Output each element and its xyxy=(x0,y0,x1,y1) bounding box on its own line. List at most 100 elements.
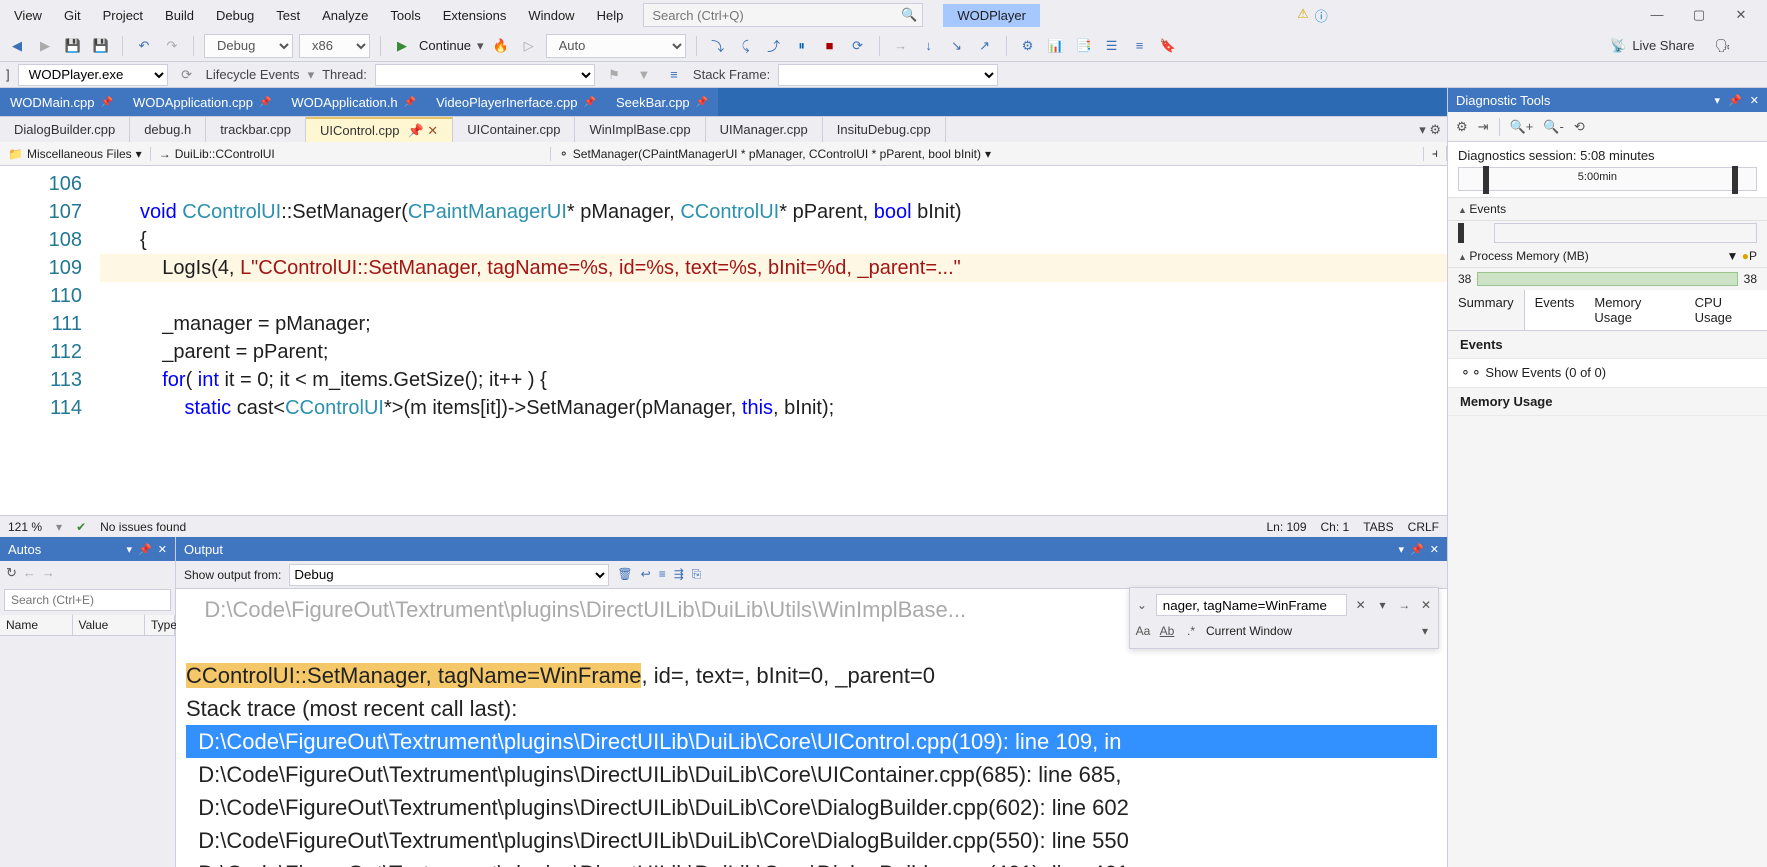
find-close-icon[interactable]: ✕ xyxy=(1353,598,1369,612)
close-icon[interactable]: ✕ xyxy=(1750,94,1759,107)
pin-icon[interactable]: 📌 xyxy=(404,97,416,108)
warning-icon[interactable]: ⚠ xyxy=(1297,6,1309,25)
whole-word-icon[interactable]: Ab xyxy=(1158,624,1176,638)
menu-test[interactable]: Test xyxy=(266,4,310,27)
code-editor[interactable]: 106107108109110111112113114 void CContro… xyxy=(0,166,1447,515)
dropdown-icon[interactable]: ▾ xyxy=(1715,94,1721,107)
col-type[interactable]: Type xyxy=(145,615,175,635)
diag-tab-summary[interactable]: Summary xyxy=(1448,290,1525,330)
export-icon[interactable]: ⇥ xyxy=(1478,119,1489,135)
minimize-button[interactable]: — xyxy=(1645,7,1669,23)
hot-reload-icon[interactable]: 🔥 xyxy=(490,35,512,57)
issues-label[interactable]: No issues found xyxy=(100,520,186,534)
split-icon[interactable]: ⫞ xyxy=(1424,146,1447,161)
search-icon[interactable]: 🔍 xyxy=(901,7,917,23)
gear-icon[interactable]: ⚙ xyxy=(1456,119,1468,135)
show-next-icon[interactable]: ↓ xyxy=(918,35,940,57)
config-dropdown[interactable]: Debug xyxy=(204,34,293,58)
tab-uicontrol[interactable]: UIControl.cpp📌 ✕ xyxy=(306,117,453,142)
member-scope[interactable]: ⚬ SetManager(CPaintManagerUI * pManager,… xyxy=(551,147,1424,161)
menu-help[interactable]: Help xyxy=(587,4,634,27)
process-dropdown[interactable]: WODPlayer.exe xyxy=(18,64,168,86)
lifecycle-icon[interactable]: ⟳ xyxy=(176,64,198,86)
close-icon[interactable]: ✕ xyxy=(1430,543,1439,556)
menu-analyze[interactable]: Analyze xyxy=(312,4,378,27)
menu-git[interactable]: Git xyxy=(54,4,91,27)
regex-icon[interactable]: .* xyxy=(1182,624,1200,638)
back-icon[interactable]: ← xyxy=(23,565,36,581)
menu-extensions[interactable]: Extensions xyxy=(433,4,517,27)
lifecycle-label[interactable]: Lifecycle Events xyxy=(206,67,300,82)
scope-dropdown-icon[interactable]: ▾ xyxy=(1416,624,1434,638)
find-close2-icon[interactable]: ✕ xyxy=(1418,598,1434,612)
auto-dropdown[interactable]: Auto xyxy=(546,34,686,58)
continue-label[interactable]: Continue xyxy=(419,38,471,53)
maximize-button[interactable]: ▢ xyxy=(1687,7,1711,23)
step-into-spec-icon[interactable]: ↘ xyxy=(946,35,968,57)
chevron-down-icon[interactable]: ⌄ xyxy=(1134,598,1150,612)
misc3-icon[interactable]: 📑 xyxy=(1073,35,1095,57)
save-icon[interactable]: 💾 xyxy=(62,35,84,57)
start-without-debug-icon[interactable]: ▷ xyxy=(518,35,540,57)
autos-search-input[interactable] xyxy=(4,589,171,611)
tab-wodmain[interactable]: WODMain.cpp📌 xyxy=(0,88,123,116)
line-indicator[interactable]: Ln: 109 xyxy=(1266,520,1306,534)
diag-tab-cpu[interactable]: CPU Usage xyxy=(1685,290,1767,330)
find-next-icon[interactable]: → xyxy=(1396,598,1412,612)
fwd-icon[interactable]: → xyxy=(42,565,55,581)
misc1-icon[interactable]: ⚙ xyxy=(1017,35,1039,57)
redo-icon[interactable]: ↷ xyxy=(161,35,183,57)
tab-winimplbase[interactable]: WinImplBase.cpp xyxy=(575,117,705,142)
menu-window[interactable]: Window xyxy=(518,4,584,27)
misc2-icon[interactable]: 📊 xyxy=(1045,35,1067,57)
wrap-icon[interactable]: ↩ xyxy=(641,567,651,582)
zoom-out-icon[interactable]: 🔍- xyxy=(1543,119,1564,135)
find-input[interactable] xyxy=(1156,594,1347,616)
tab-seekbar[interactable]: SeekBar.cpp📌 xyxy=(606,88,718,116)
menu-debug[interactable]: Debug xyxy=(206,4,264,27)
diag-show-events[interactable]: ⚬⚬ Show Events (0 of 0) xyxy=(1448,359,1767,388)
toggle1-icon[interactable]: ≡ xyxy=(659,567,666,582)
misc5-icon[interactable]: ≡ xyxy=(1129,35,1151,57)
tab-uimanager[interactable]: UIManager.cpp xyxy=(706,117,823,142)
output-from-dropdown[interactable]: Debug xyxy=(289,564,609,586)
flag-icon[interactable]: ⚑ xyxy=(603,64,625,86)
zoom-in-icon[interactable]: 🔍+ xyxy=(1510,119,1534,135)
project-scope[interactable]: 📁 Miscellaneous Files ▾ xyxy=(0,147,151,161)
threads-icon[interactable]: ≡ xyxy=(663,64,685,86)
live-share-button[interactable]: 📡 Live Share 🗣 xyxy=(1610,38,1761,54)
platform-dropdown[interactable]: x86 xyxy=(299,34,370,58)
tab-dialogbuilder[interactable]: DialogBuilder.cpp xyxy=(0,117,130,142)
diag-events-section[interactable]: Events xyxy=(1448,198,1767,221)
tab-wodapplication-cpp[interactable]: WODApplication.cpp📌 xyxy=(123,88,281,116)
continue-icon[interactable]: ▶ xyxy=(391,35,413,57)
diag-title[interactable]: Diagnostic Tools ▾📌✕ xyxy=(1448,88,1767,112)
menu-tools[interactable]: Tools xyxy=(380,4,430,27)
toggle2-icon[interactable]: ⇶ xyxy=(674,567,684,582)
pin-icon[interactable]: 📌 xyxy=(583,97,595,108)
pause-icon[interactable]: ⏸ xyxy=(791,35,813,57)
save-all-icon[interactable]: 💾 xyxy=(90,35,112,57)
menu-view[interactable]: View xyxy=(4,4,52,27)
close-icon[interactable]: ✕ xyxy=(158,543,167,556)
find-scope[interactable]: Current Window xyxy=(1206,624,1410,638)
pin-icon[interactable]: 📌 xyxy=(138,543,152,556)
step-into-icon[interactable]: ⤹ xyxy=(735,35,757,57)
menu-project[interactable]: Project xyxy=(93,4,153,27)
restart-icon[interactable]: ⟳ xyxy=(847,35,869,57)
pin-icon[interactable]: 📌 xyxy=(259,97,271,108)
pin-icon[interactable]: 📌 xyxy=(101,97,113,108)
tab-debug-h[interactable]: debug.h xyxy=(130,117,206,142)
char-indicator[interactable]: Ch: 1 xyxy=(1321,520,1350,534)
next-statement-icon[interactable]: → xyxy=(890,35,912,57)
tab-trackbar[interactable]: trackbar.cpp xyxy=(206,117,306,142)
diag-timeline[interactable]: 5:00min xyxy=(1458,167,1757,191)
thread-dropdown[interactable] xyxy=(375,64,595,86)
find-dropdown-icon[interactable]: ▾ xyxy=(1375,598,1391,612)
pin-icon[interactable]: 📌 xyxy=(1728,94,1742,107)
stackframe-dropdown[interactable] xyxy=(778,64,998,86)
col-name[interactable]: Name xyxy=(0,615,73,635)
code-area[interactable]: void CControlUI::SetManager(CPaintManage… xyxy=(100,166,1447,515)
filter-icon[interactable]: ▼ xyxy=(633,64,655,86)
clear-icon[interactable]: 🗑 xyxy=(617,567,632,582)
